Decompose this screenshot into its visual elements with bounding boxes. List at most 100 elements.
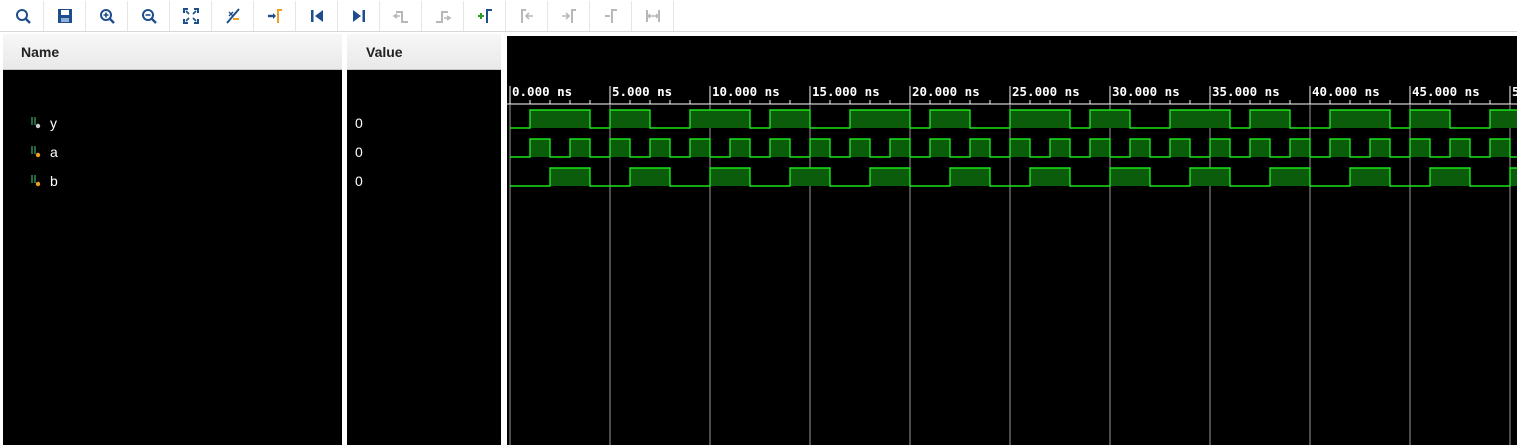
next-transition-icon	[435, 10, 451, 23]
previous-transition-icon	[392, 10, 408, 23]
signal-a-high-fill	[1210, 139, 1230, 157]
go-to-start-icon	[310, 9, 323, 22]
ruler-tick-label: 45.000 ns	[1412, 84, 1480, 99]
previous-transition-button[interactable]	[380, 0, 422, 31]
zoom-fit-button[interactable]	[170, 0, 212, 31]
signal-a-high-fill	[890, 139, 910, 157]
signal-y-high-fill	[610, 110, 650, 128]
signal-a-high-fill	[1290, 139, 1310, 157]
zoom-in-button[interactable]	[86, 0, 128, 31]
measure-button[interactable]	[632, 0, 674, 31]
signal-a-high-fill	[1330, 139, 1350, 157]
signal-b-high-fill	[790, 168, 830, 186]
signal-a-high-fill	[730, 139, 750, 157]
ruler-tick-label: 20.000 ns	[912, 84, 980, 99]
signal-b-high-fill	[1270, 168, 1310, 186]
add-marker-button[interactable]	[464, 0, 506, 31]
signal-b-high-fill	[710, 168, 750, 186]
signal-y-high-fill	[770, 110, 810, 128]
next-marker-icon	[561, 8, 576, 23]
signal-y-high-fill	[1490, 110, 1517, 128]
signal-a-high-fill	[850, 139, 870, 157]
go-to-end-icon	[352, 9, 365, 22]
next-marker-button[interactable]	[548, 0, 590, 31]
signal-a-high-fill	[1010, 139, 1030, 157]
signal-y-high-fill	[1410, 110, 1450, 128]
add-marker-icon	[477, 8, 492, 23]
zoom-out-icon	[141, 8, 157, 24]
value-pane	[347, 36, 501, 445]
signal-y-high-fill	[690, 110, 750, 128]
swap-cursors-icon	[604, 8, 617, 23]
signal-a-high-fill	[530, 139, 550, 157]
go-to-cursor-button[interactable]	[254, 0, 296, 31]
signal-a-high-fill	[1450, 139, 1470, 157]
signal-y-high-fill	[1090, 110, 1130, 128]
previous-marker-button[interactable]	[506, 0, 548, 31]
signal-row-y[interactable]: y	[30, 108, 57, 137]
value-column-header[interactable]: Value	[347, 34, 501, 70]
signal-value-a[interactable]: 0	[355, 137, 363, 166]
signal-name-b: b	[50, 172, 58, 189]
search-button[interactable]	[2, 0, 44, 31]
signal-y-high-fill	[1170, 110, 1230, 128]
signal-name-a: a	[50, 143, 58, 160]
next-transition-button[interactable]	[422, 0, 464, 31]
ruler-tick-label: 15.000 ns	[812, 84, 880, 99]
signal-a-high-fill	[1370, 139, 1390, 157]
previous-marker-icon	[520, 8, 533, 23]
signal-row-b[interactable]: b	[30, 166, 58, 195]
signal-a-high-fill	[970, 139, 990, 157]
signal-a-high-fill	[1050, 139, 1070, 157]
go-to-end-button[interactable]	[338, 0, 380, 31]
signal-b-high-fill	[1190, 168, 1230, 186]
ruler-tick-label: 30.000 ns	[1112, 84, 1180, 99]
signal-row-a[interactable]: a	[30, 137, 58, 166]
signal-y-icon	[31, 116, 41, 128]
value-header-label: Value	[366, 43, 403, 60]
search-icon	[15, 8, 31, 24]
waveform-canvas[interactable]: 0.000 ns 5.000 ns 10.000 ns 15.000 ns 20.000…	[507, 68, 1517, 445]
zoom-fit-icon	[182, 7, 199, 24]
save-button[interactable]	[44, 0, 86, 31]
signal-value-y[interactable]: 0	[355, 108, 363, 137]
signal-a-high-fill	[930, 139, 950, 157]
signal-b-high-fill	[550, 168, 590, 186]
signal-b-high-fill	[950, 168, 990, 186]
ruler-tick-label: 5	[1512, 84, 1517, 99]
signal-y-high-fill	[1250, 110, 1290, 128]
ruler-tick-label: 25.000 ns	[1012, 84, 1080, 99]
signal-a-icon	[31, 145, 41, 157]
ruler-tick-label: 10.000 ns	[712, 84, 780, 99]
save-icon	[57, 8, 72, 23]
name-pane	[3, 36, 342, 445]
ruler-tick-label: 40.000 ns	[1312, 84, 1380, 99]
zoom-in-icon	[99, 8, 115, 24]
swap-cursors-button[interactable]	[590, 0, 632, 31]
signal-value-b[interactable]: 0	[355, 166, 363, 195]
signal-y-high-fill	[850, 110, 910, 128]
signal-a-high-fill	[810, 139, 830, 157]
signal-b-high-fill	[1110, 168, 1150, 186]
zoom-out-button[interactable]	[128, 0, 170, 31]
signal-b-icon	[31, 174, 41, 186]
signal-y-high-fill	[930, 110, 970, 128]
cursor-to-zero-button[interactable]	[212, 0, 254, 31]
signal-a-high-fill	[770, 139, 790, 157]
signal-b-high-fill	[1350, 168, 1390, 186]
signal-a-high-fill	[610, 139, 630, 157]
signal-y-high-fill	[530, 110, 590, 128]
name-column-header[interactable]: Name	[3, 34, 342, 70]
signal-name-y: y	[50, 114, 57, 131]
signal-a-high-fill	[650, 139, 670, 157]
ruler-tick-label: 0.000 ns	[512, 84, 572, 99]
ruler-tick-label: 5.000 ns	[612, 84, 672, 99]
value-text-a: 0	[355, 143, 363, 160]
toolbar	[0, 0, 1517, 32]
go-to-start-button[interactable]	[296, 0, 338, 31]
signal-y-high-fill	[1330, 110, 1390, 128]
ruler-tick-label: 35.000 ns	[1212, 84, 1280, 99]
signal-a-high-fill	[1250, 139, 1270, 157]
go-to-cursor-icon	[267, 8, 282, 23]
signal-b-high-fill	[1430, 168, 1470, 186]
